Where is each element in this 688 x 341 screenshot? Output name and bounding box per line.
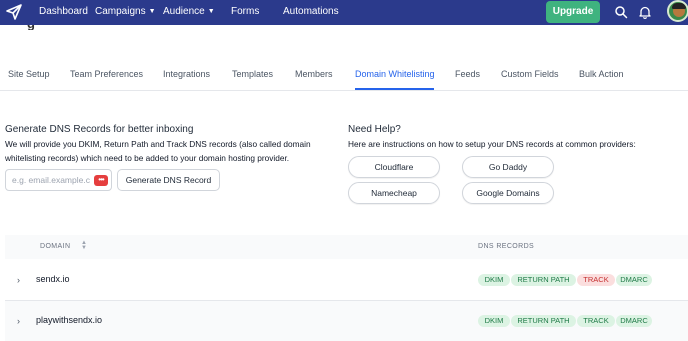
google-domains-button[interactable]: Google Domains — [462, 182, 554, 204]
search-icon[interactable] — [614, 5, 628, 19]
chevron-right-icon[interactable]: › — [17, 316, 20, 326]
sort-icon[interactable]: ▲ ▼ — [81, 240, 87, 251]
generate-dns-record-button[interactable]: Generate DNS Record — [117, 169, 220, 191]
paper-plane-logo-icon[interactable] — [5, 3, 23, 21]
go-daddy-button[interactable]: Go Daddy — [462, 156, 554, 178]
namecheap-button[interactable]: Namecheap — [348, 182, 440, 204]
table-row[interactable]: › playwithsendx.io DKIM RETURN PATH TRAC… — [5, 301, 688, 341]
nav-automations[interactable]: Automations — [283, 5, 339, 19]
tab-templates[interactable]: Templates — [232, 69, 273, 79]
dkim-badge: DKIM — [478, 274, 510, 286]
avatar-hair — [672, 3, 686, 9]
nav-audience[interactable]: Audience ▼ — [163, 5, 215, 20]
dns-records-column-header: DNS RECORDS — [478, 243, 535, 250]
avatar[interactable] — [667, 0, 688, 22]
email-domain-field[interactable]: ••• — [5, 169, 112, 191]
chevron-down-icon: ▼ — [207, 8, 215, 15]
tab-feeds[interactable]: Feeds — [455, 69, 480, 79]
nav-forms[interactable]: Forms — [231, 5, 259, 19]
generate-dns-desc-line1: We will provide you DKIM, Return Path an… — [5, 139, 311, 149]
nav-campaigns[interactable]: Campaigns ▼ — [95, 5, 156, 20]
page-title-text: g — [27, 25, 35, 30]
tab-integrations[interactable]: Integrations — [163, 69, 210, 79]
active-tab-indicator — [355, 88, 434, 90]
domain-name: sendx.io — [36, 274, 70, 284]
return-path-badge: RETURN PATH — [511, 315, 576, 327]
dkim-badge: DKIM — [478, 315, 510, 327]
nav-dashboard[interactable]: Dashboard — [39, 5, 88, 19]
dmarc-badge: DMARC — [616, 315, 652, 327]
tab-custom-fields[interactable]: Custom Fields — [501, 69, 559, 79]
email-domain-input[interactable] — [6, 170, 90, 190]
settings-tabs: Site Setup Team Preferences Integrations… — [0, 58, 688, 91]
password-manager-icon[interactable]: ••• — [94, 175, 108, 186]
tab-site-setup[interactable]: Site Setup — [8, 69, 50, 79]
chevron-down-icon: ▼ — [148, 8, 156, 15]
return-path-badge: RETURN PATH — [511, 274, 576, 286]
dmarc-badge: DMARC — [616, 274, 652, 286]
generate-dns-title: Generate DNS Records for better inboxing — [5, 124, 194, 135]
domain-name: playwithsendx.io — [36, 315, 103, 325]
need-help-title: Need Help? — [348, 124, 401, 135]
track-badge: TRACK — [577, 274, 615, 286]
upgrade-button[interactable]: Upgrade — [546, 1, 600, 23]
tab-members[interactable]: Members — [295, 69, 333, 79]
chevron-right-icon[interactable]: › — [17, 275, 20, 285]
need-help-desc: Here are instructions on how to setup yo… — [348, 139, 636, 149]
tab-team-preferences[interactable]: Team Preferences — [70, 69, 143, 79]
domain-table-header: DOMAIN ▲ ▼ DNS RECORDS — [5, 235, 688, 259]
track-badge: TRACK — [577, 315, 615, 327]
top-navbar: Dashboard Campaigns ▼ Audience ▼ Forms Aut… — [0, 0, 688, 25]
nav-campaigns-label: Campaigns — [95, 6, 146, 17]
domain-column-header[interactable]: DOMAIN — [40, 243, 70, 250]
cloudflare-button[interactable]: Cloudflare — [348, 156, 440, 178]
page-title: g — [27, 25, 45, 30]
bell-icon[interactable] — [638, 5, 652, 19]
table-row[interactable]: › sendx.io DKIM RETURN PATH TRACK DMARC — [5, 260, 688, 300]
nav-audience-label: Audience — [163, 6, 205, 17]
generate-dns-desc-line2: whitelisting records) which need to be a… — [5, 153, 290, 163]
tab-domain-whitelisting[interactable]: Domain Whitelisting — [355, 69, 435, 79]
tab-bulk-action[interactable]: Bulk Action — [579, 69, 624, 79]
